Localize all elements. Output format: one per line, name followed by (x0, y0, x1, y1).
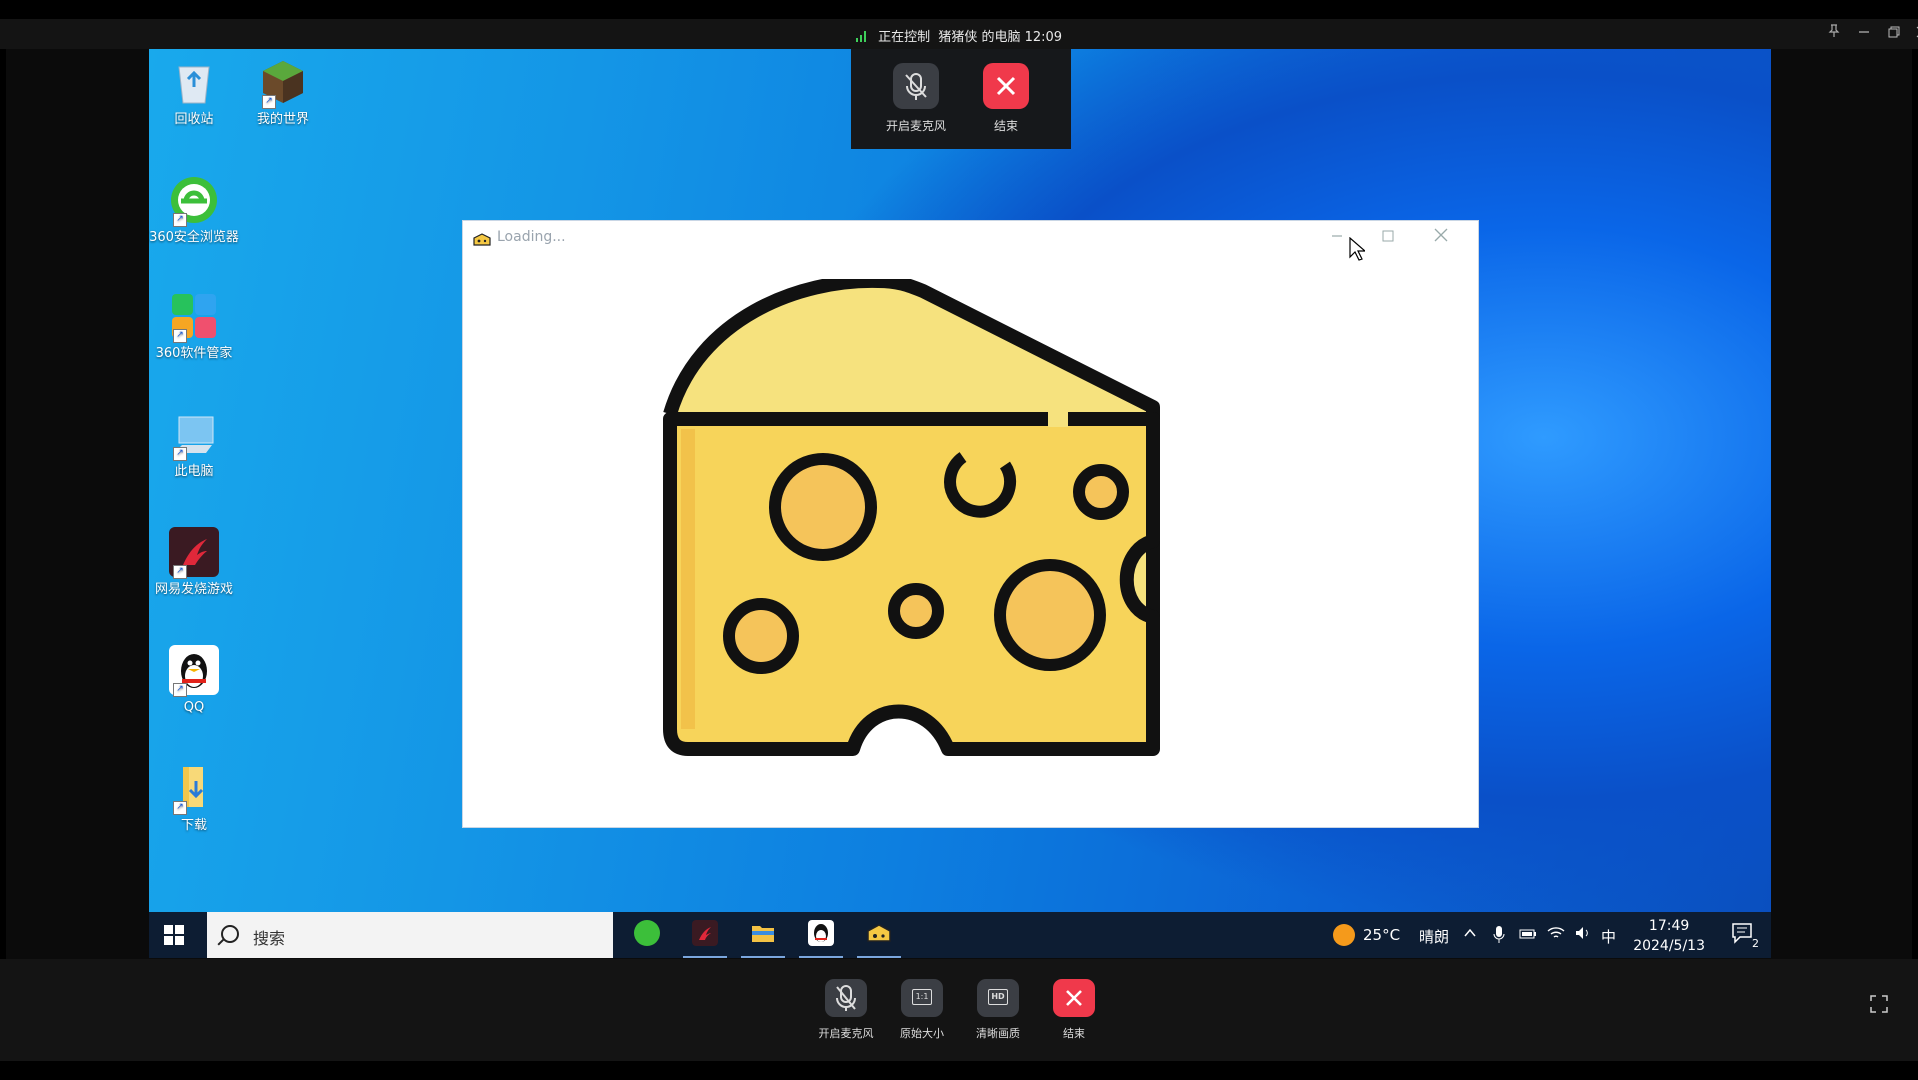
notification-count: 2 (1752, 937, 1759, 950)
top-mic-label: 开启麦克风 (885, 119, 946, 133)
recycle-bin-icon (169, 57, 219, 107)
desktop-icon-recycle-bin[interactable]: 回收站 (149, 57, 239, 128)
clock-time: 17:49 (1648, 918, 1690, 934)
volume-icon[interactable] (1575, 926, 1593, 944)
bottom-end-label: 结束 (1063, 1027, 1085, 1040)
this-pc-icon: ↗ (169, 409, 219, 461)
netease-game-icon: ↗ (169, 527, 219, 579)
notification-icon[interactable]: 2 (1731, 922, 1759, 950)
desktop-icon-360-software[interactable]: ↗ 360软件管家 (149, 291, 239, 362)
desktop-icon-netease[interactable]: ↗ 网易发烧游戏 (149, 527, 239, 598)
remote-title: 正在控制 猪猪侠 的电脑 12:09 (0, 26, 1918, 45)
end-x-icon (983, 63, 1029, 109)
desktop-icon-download[interactable]: ↗ 下载 (149, 763, 239, 834)
remote-device-name: 猪猪侠 的电脑 12:09 (938, 30, 1063, 45)
app-minimize-icon[interactable] (1325, 227, 1349, 246)
taskbar-app-360-browser[interactable] (623, 918, 671, 958)
signal-icon (855, 31, 868, 42)
qq-icon (808, 920, 834, 946)
cheese-small-icon (866, 920, 892, 946)
desktop-icon-qq[interactable]: ↗ QQ (149, 645, 239, 716)
remote-bottom-toolbar: 开启麦克风 1:1 原始大小 HD 清晰画质 结束 (0, 959, 1918, 1061)
top-control-overlay: 开启麦克风 结束 (851, 49, 1071, 149)
system-tray: 25°C 晴朗 中 17:49 2024/5/13 2 (1321, 912, 1771, 958)
software-manager-icon: ↗ (169, 291, 219, 343)
hd-icon: HD (977, 979, 1019, 1017)
remote-titlebar: 正在控制 猪猪侠 的电脑 12:09 (0, 19, 1918, 49)
desktop-icon-label: 下载 (180, 818, 207, 833)
weather-temp[interactable]: 25°C (1363, 926, 1400, 944)
search-icon (221, 925, 239, 943)
original-size-label: 原始大小 (900, 1027, 944, 1040)
remote-taskbar: 搜索 25°C 晴朗 中 17:49 2024/5/13 2 (149, 912, 1771, 958)
battery-icon[interactable] (1519, 926, 1537, 944)
minimize-icon[interactable] (1854, 24, 1874, 44)
clock-date: 2024/5/13 (1633, 938, 1705, 954)
browser-360-icon: ↗ (169, 175, 219, 227)
desktop-icon-label: 回收站 (174, 112, 214, 127)
desktop-icon-this-pc[interactable]: ↗ 此电脑 (149, 409, 239, 480)
bottom-mic-button[interactable]: 开启麦克风 (810, 979, 882, 1041)
weather-sun-icon[interactable] (1333, 924, 1355, 946)
mouse-cursor-icon (1349, 237, 1365, 261)
taskbar-app-netease[interactable] (681, 918, 729, 958)
desktop-icon-360-browser[interactable]: ↗ 360安全浏览器 (149, 175, 239, 246)
original-size-button[interactable]: 1:1 原始大小 (886, 979, 958, 1041)
browser-360-icon (634, 920, 660, 946)
control-status: 正在控制 (878, 30, 931, 45)
chevron-up-icon[interactable] (1463, 926, 1477, 944)
pin-icon[interactable] (1824, 24, 1844, 44)
top-mic-button[interactable]: 开启麦克风 (881, 63, 951, 134)
taskbar-app-qq[interactable] (797, 918, 845, 958)
ratio-icon: 1:1 (901, 979, 943, 1017)
desktop-icon-minecraft[interactable]: ↗ 我的世界 (238, 57, 328, 128)
cheese-illustration (663, 279, 1160, 756)
bottom-mic-label: 开启麦克风 (818, 1027, 874, 1040)
app-close-icon[interactable] (1429, 227, 1453, 246)
desktop-icon-label: 360安全浏览器 (149, 230, 239, 245)
desktop-icon-label: 网易发烧游戏 (154, 582, 233, 597)
taskbar-app-cheese[interactable] (855, 918, 903, 958)
cheese-small-icon (473, 231, 491, 246)
download-folder-icon: ↗ (169, 763, 219, 815)
close-icon[interactable] (1912, 24, 1918, 44)
desktop-icon-label: QQ (183, 700, 205, 715)
desktop-icon-label: 我的世界 (256, 112, 309, 127)
minecraft-icon: ↗ (258, 57, 308, 109)
hd-quality-button[interactable]: HD 清晰画质 (962, 979, 1034, 1041)
wifi-icon[interactable] (1547, 926, 1565, 944)
taskbar-app-file-explorer[interactable] (739, 918, 787, 958)
hd-quality-label: 清晰画质 (976, 1027, 1020, 1040)
ime-indicator[interactable]: 中 (1601, 926, 1616, 947)
taskbar-clock[interactable]: 17:49 2024/5/13 (1633, 916, 1705, 956)
bottom-end-button[interactable]: 结束 (1038, 979, 1110, 1041)
app-maximize-icon[interactable] (1376, 227, 1400, 246)
desktop-icon-label: 此电脑 (174, 464, 214, 479)
weather-desc[interactable]: 晴朗 (1419, 926, 1449, 947)
top-end-button[interactable]: 结束 (971, 63, 1041, 134)
top-end-label: 结束 (993, 119, 1018, 133)
search-placeholder: 搜索 (253, 929, 286, 948)
app-loading-window[interactable]: Loading... (462, 220, 1479, 828)
app-window-title: Loading... (497, 229, 566, 245)
fullscreen-icon[interactable] (1870, 995, 1888, 1013)
mic-off-icon (893, 63, 939, 109)
restore-icon[interactable] (1884, 24, 1904, 44)
mic-off-icon (825, 979, 867, 1017)
microphone-icon[interactable] (1493, 926, 1505, 948)
folder-icon (750, 920, 776, 946)
taskbar-search-box[interactable]: 搜索 (207, 912, 613, 958)
windows-start-icon[interactable] (163, 924, 185, 946)
qq-icon: ↗ (169, 645, 219, 697)
desktop-icon-label: 360软件管家 (155, 346, 233, 361)
end-x-icon (1053, 979, 1095, 1017)
netease-game-icon (692, 920, 718, 946)
